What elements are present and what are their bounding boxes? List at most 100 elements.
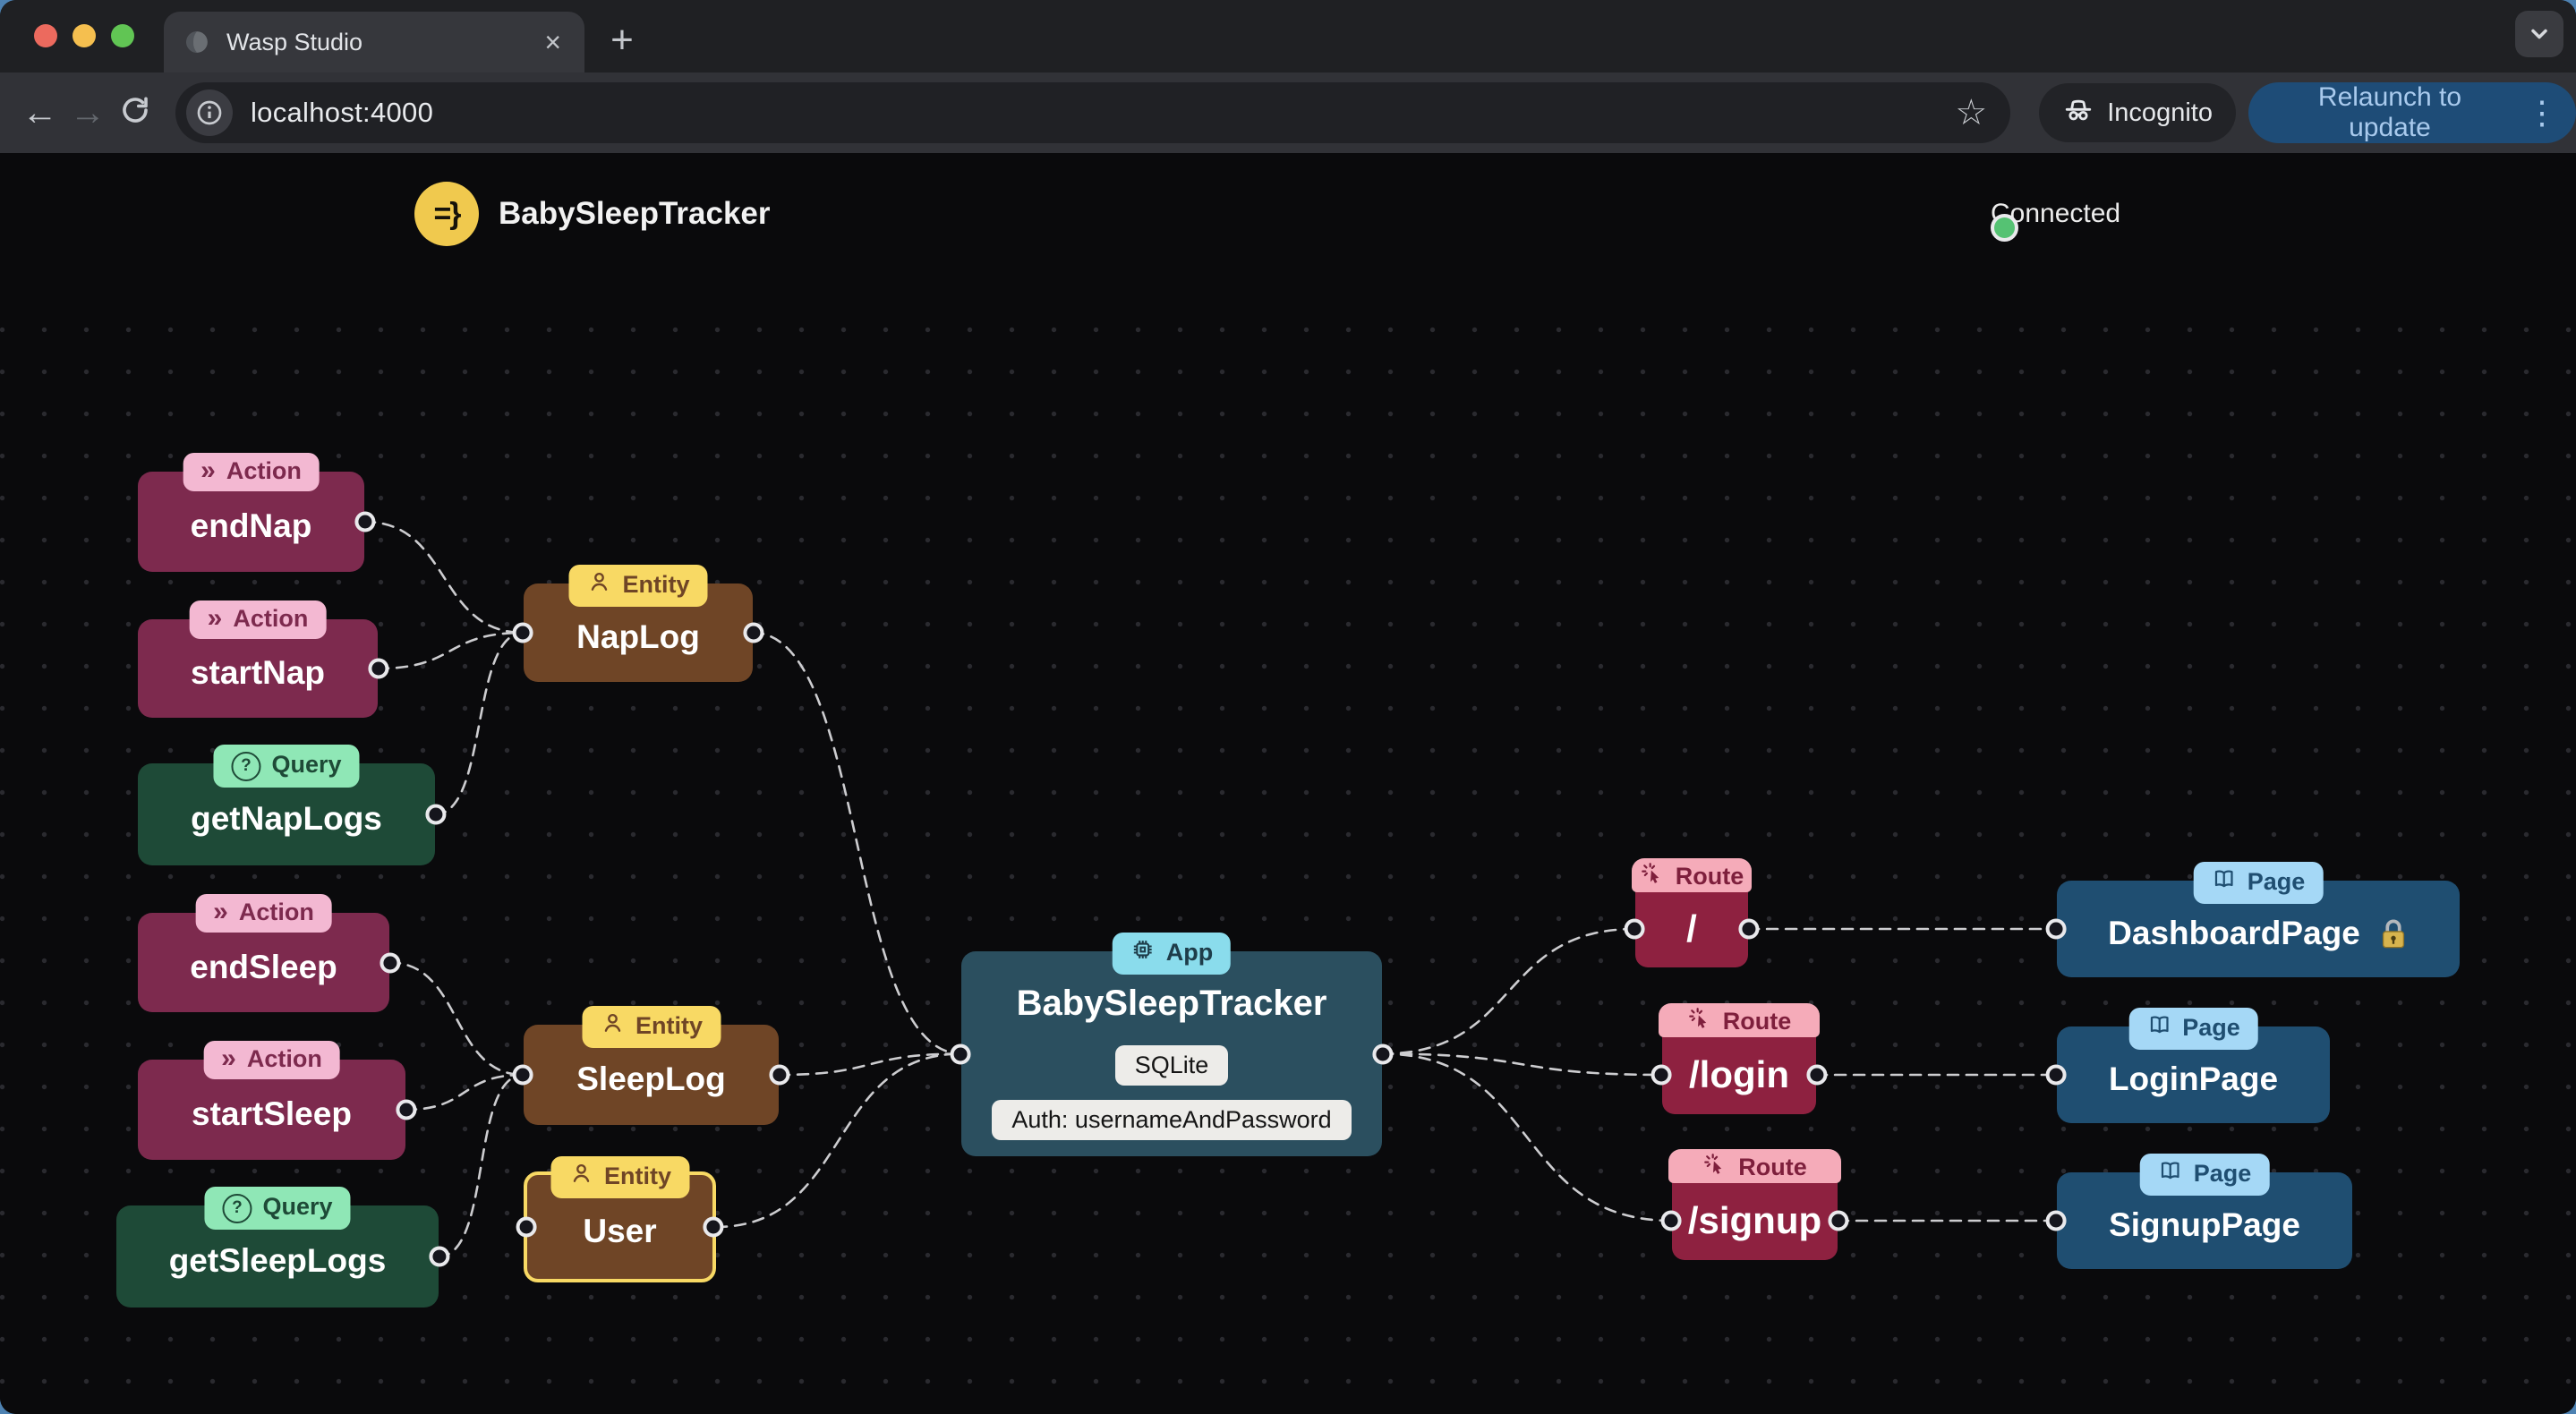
connection-handle	[368, 658, 389, 679]
action-badge: » Action	[189, 601, 327, 639]
edge-getNapLogs-NapLog	[433, 631, 525, 816]
connection-handle	[1372, 1043, 1394, 1064]
node-endSleep[interactable]: » Action endSleep	[138, 894, 401, 1012]
incognito-badge: Incognito	[2039, 83, 2236, 142]
connection-handle	[380, 952, 401, 973]
tab-title: Wasp Studio	[226, 28, 363, 55]
forward-icon[interactable]: →	[64, 89, 111, 137]
node-DashboardPage[interactable]: Page DashboardPage	[2045, 862, 2460, 977]
browser-tab[interactable]: Wasp Studio ×	[164, 12, 584, 72]
cursor-click-icon	[1702, 1152, 1727, 1183]
entity-badge: Entity	[568, 565, 708, 607]
node-SignupPage[interactable]: Page SignupPage	[2045, 1154, 2352, 1269]
query-badge: ? Query	[213, 745, 360, 788]
page-badge: Page	[2139, 1154, 2270, 1196]
node-label: endNap	[190, 507, 312, 544]
lock-icon	[2378, 917, 2409, 950]
minimize-window-button[interactable]	[73, 24, 96, 47]
browser-menu-kebab-icon[interactable]: ⋮	[2517, 94, 2567, 132]
node-label: BabySleepTracker	[1016, 984, 1327, 1023]
app-chip: Auth: usernameAndPassword	[992, 1100, 1352, 1140]
url-text[interactable]: localhost:4000	[251, 97, 1942, 129]
person-icon	[586, 569, 611, 601]
action-badge: » Action	[195, 894, 332, 933]
node-label: /login	[1689, 1053, 1789, 1095]
edge-app-route-root	[1380, 927, 1637, 1055]
connection-handle	[743, 622, 764, 643]
edge-startSleep-SleepLog	[404, 1073, 525, 1112]
person-icon	[600, 1010, 625, 1042]
edge-endSleep-SleepLog	[388, 961, 525, 1077]
connection-handle	[512, 1064, 533, 1086]
site-info-icon[interactable]	[185, 89, 233, 136]
node-startNap[interactable]: » Action startNap	[138, 601, 389, 718]
connection-handle	[1738, 918, 1760, 940]
edge-app-route-login	[1380, 1052, 1664, 1077]
node-LoginPage[interactable]: Page LoginPage	[2045, 1008, 2330, 1123]
connection-handle	[2045, 1210, 2067, 1231]
edge-endNap-NapLog	[363, 520, 525, 635]
node-label: getSleepLogs	[168, 1242, 387, 1279]
reload-icon[interactable]	[112, 89, 159, 137]
connection-handle	[950, 1043, 971, 1064]
node-label: /signup	[1687, 1199, 1822, 1241]
maximize-window-button[interactable]	[111, 24, 134, 47]
node-endNap[interactable]: » Action endNap	[138, 453, 376, 572]
address-bar[interactable]: localhost:4000 ☆	[175, 82, 2011, 143]
book-open-icon	[2158, 1158, 2183, 1189]
connection-handle	[512, 622, 533, 643]
book-open-icon	[2146, 1012, 2171, 1043]
tab-search-chevron-icon[interactable]	[2515, 11, 2563, 57]
book-open-icon	[2212, 866, 2237, 898]
question-circle-icon: ?	[231, 749, 261, 781]
edge-getSleepLogs-SleepLog	[437, 1073, 525, 1258]
person-icon	[568, 1161, 593, 1192]
browser-toolbar: ← → localhost:4000 ☆ Incognito Relaunch …	[0, 72, 2576, 153]
connection-handle	[425, 804, 447, 825]
node-route-login[interactable]: Route/login	[1651, 1003, 1828, 1114]
node-label: User	[583, 1213, 657, 1249]
node-label: LoginPage	[2108, 1060, 2279, 1097]
node-SleepLog[interactable]: Entity SleepLog	[512, 1006, 790, 1125]
node-app[interactable]: App BabySleepTracker SQLite Auth: usernameA…	[950, 933, 1394, 1156]
node-label: SignupPage	[2109, 1206, 2300, 1243]
connection-handle	[1624, 918, 1645, 940]
page-badge: Page	[2193, 862, 2324, 904]
edge-app-route-signup	[1380, 1052, 1674, 1222]
node-getSleepLogs[interactable]: ? Query getSleepLogs	[116, 1187, 450, 1308]
connection-handle	[1651, 1064, 1672, 1086]
tab-strip: Wasp Studio × +	[0, 0, 2576, 72]
cursor-click-icon	[1640, 861, 1665, 892]
connection-handle	[516, 1216, 537, 1238]
tab-favicon-globe-icon	[183, 29, 210, 55]
back-icon[interactable]: ←	[16, 89, 64, 137]
connection-handle	[1806, 1064, 1828, 1086]
entity-badge: Entity	[550, 1156, 690, 1198]
connection-handle	[396, 1099, 417, 1120]
chevrons-right-icon: »	[207, 603, 223, 633]
connection-status-dot	[1991, 214, 2018, 242]
bookmark-star-icon[interactable]: ☆	[1942, 95, 2000, 131]
node-label: DashboardPage	[2108, 906, 2409, 952]
incognito-icon	[2062, 93, 2094, 132]
connection-handle	[769, 1064, 790, 1086]
node-label: endSleep	[190, 948, 337, 985]
node-User[interactable]: Entity User	[516, 1156, 724, 1282]
route-badge: Route	[1632, 858, 1752, 892]
node-label: /	[1686, 907, 1697, 950]
cpu-icon	[1130, 937, 1156, 968]
node-NapLog[interactable]: Entity NapLog	[512, 565, 764, 682]
new-tab-button[interactable]: +	[601, 20, 643, 61]
tab-close-icon[interactable]: ×	[541, 28, 565, 56]
node-getNapLogs[interactable]: ? Query getNapLogs	[138, 745, 447, 865]
page-badge: Page	[2128, 1008, 2258, 1050]
relaunch-to-update-button[interactable]: Relaunch to update ⋮	[2248, 82, 2576, 143]
close-window-button[interactable]	[34, 24, 57, 47]
node-route-signup[interactable]: Route/signup	[1660, 1149, 1849, 1260]
query-badge: ? Query	[204, 1187, 351, 1230]
node-label: SleepLog	[576, 1060, 726, 1097]
node-route-root[interactable]: Route /	[1624, 858, 1760, 967]
graph-canvas[interactable]: =} BabySleepTracker Connected » Action end…	[0, 153, 2576, 1414]
node-startSleep[interactable]: » Action startSleep	[138, 1041, 417, 1160]
node-label: startSleep	[192, 1095, 352, 1132]
